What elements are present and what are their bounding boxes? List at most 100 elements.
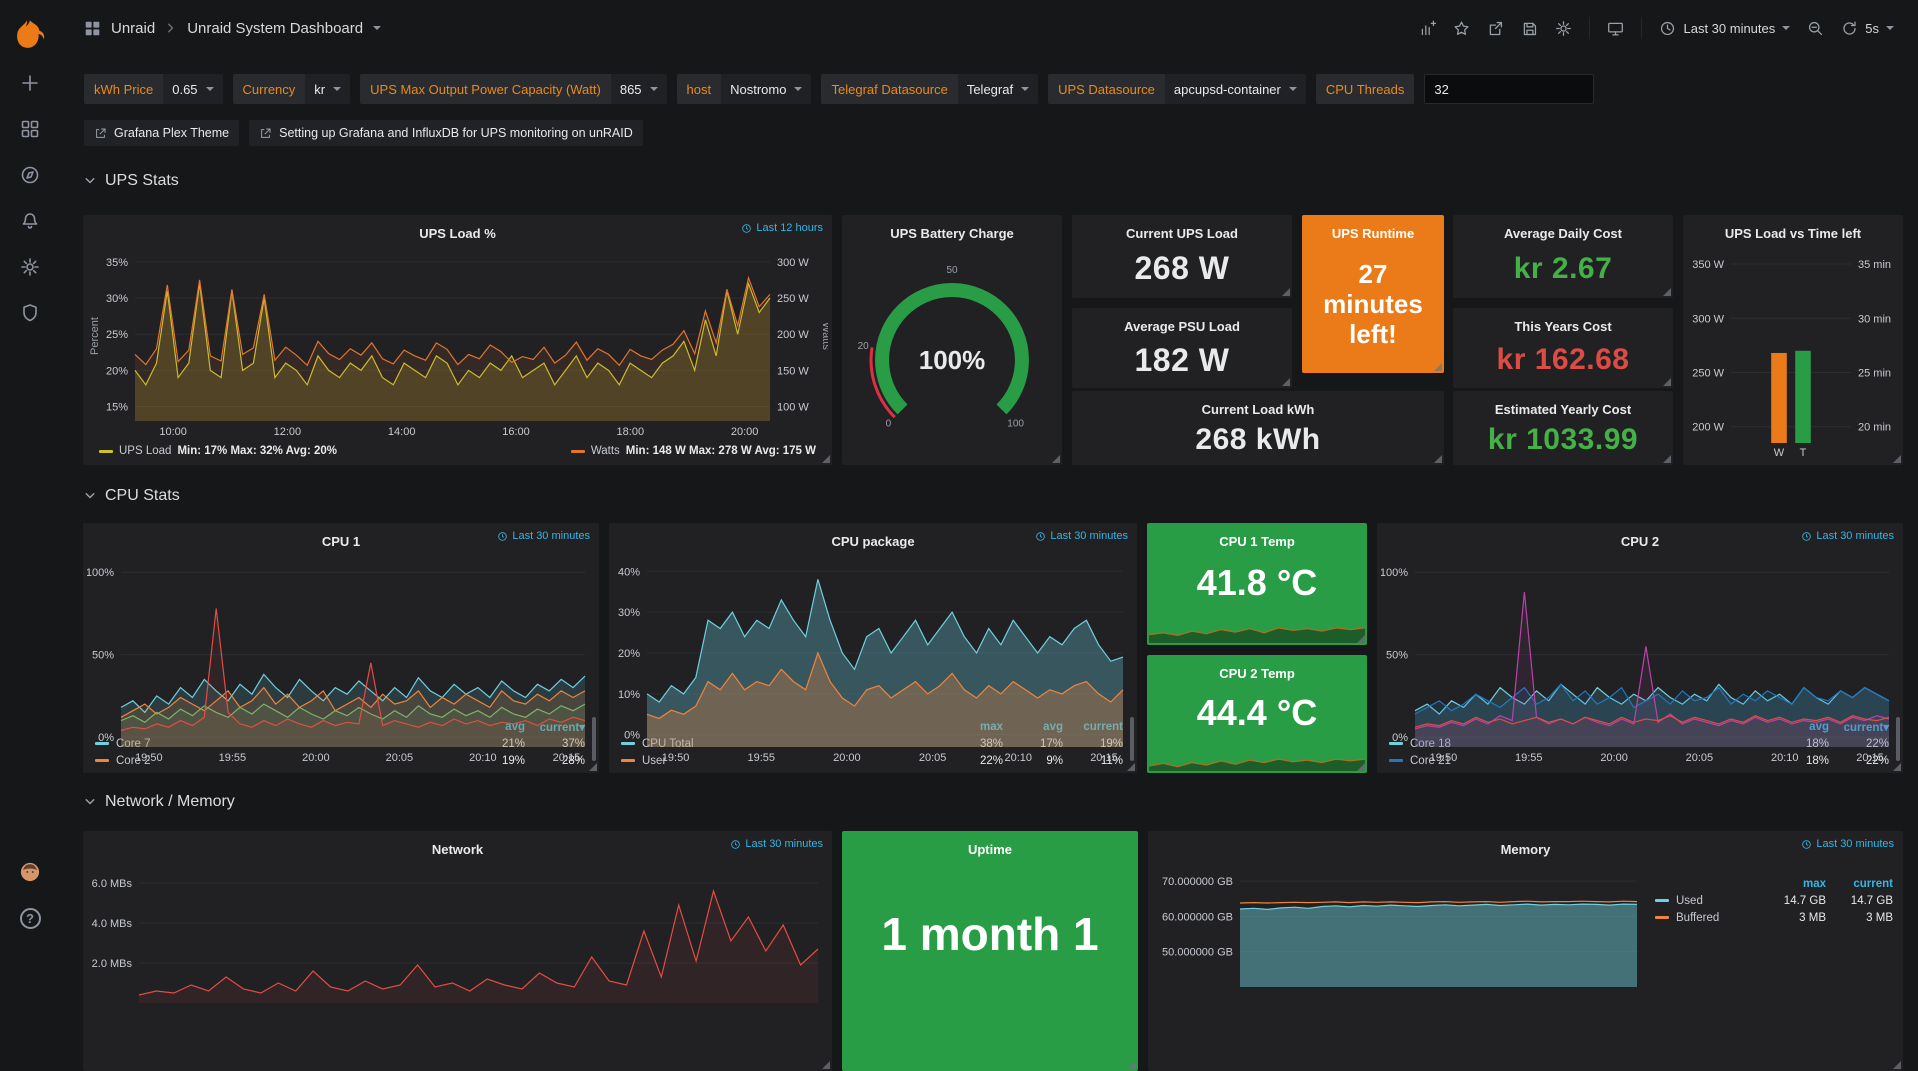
variable-value-dropdown[interactable]: apcupsd-container: [1165, 74, 1306, 104]
alerting-icon[interactable]: [0, 198, 60, 244]
panel-time-override: Last 30 minutes: [730, 838, 823, 850]
variable-ups-max-output[interactable]: UPS Max Output Power Capacity (Watt) 865: [360, 74, 666, 104]
panel-title[interactable]: UPS Runtime: [1302, 215, 1444, 241]
cpu-threads-input[interactable]: [1424, 74, 1594, 104]
panel-title[interactable]: UPS Load %: [83, 215, 832, 241]
cpu1-chart[interactable]: 100%50%0%19:5019:5520:0020:0520:1020:15: [87, 551, 595, 716]
refresh-controls: 5s: [1841, 20, 1894, 37]
svg-text:20:10: 20:10: [469, 752, 497, 764]
variable-currency[interactable]: Currency kr: [233, 74, 351, 104]
cycle-view-icon[interactable]: [1607, 20, 1624, 37]
chart-legend[interactable]: maxcurrentUsed14.7 GB14.7 GBBuffered3 MB…: [1647, 873, 1899, 1067]
variable-value-dropdown[interactable]: Telegraf: [958, 74, 1038, 104]
chart-legend[interactable]: UPS LoadMin: 17% Max: 32% Avg: 20%WattsM…: [87, 441, 828, 461]
variable-value-dropdown[interactable]: kr: [305, 74, 350, 104]
panel-resize-handle[interactable]: [1893, 763, 1901, 771]
refresh-icon[interactable]: [1841, 20, 1858, 37]
variable-cpu-threads: CPU Threads: [1316, 74, 1415, 104]
panel-resize-handle[interactable]: [1357, 763, 1365, 771]
section-ups-stats[interactable]: UPS Stats: [84, 172, 179, 190]
breadcrumb-app[interactable]: Unraid: [111, 20, 155, 37]
panel-title[interactable]: Average Daily Cost: [1453, 215, 1673, 241]
caret-down-icon[interactable]: [1886, 26, 1894, 30]
server-admin-icon[interactable]: [0, 290, 60, 336]
explore-icon[interactable]: [0, 152, 60, 198]
avatar[interactable]: [0, 849, 60, 895]
panel-title[interactable]: Current UPS Load: [1072, 215, 1292, 241]
memory-chart[interactable]: 70.000000 GB60.000000 GB50.000000 GB: [1152, 859, 1647, 993]
section-network-memory[interactable]: Network / Memory: [84, 793, 235, 811]
panel-resize-handle[interactable]: [1128, 1061, 1136, 1069]
svg-text:14:00: 14:00: [388, 426, 416, 438]
svg-text:20:10: 20:10: [1005, 752, 1033, 764]
panel-resize-handle[interactable]: [1282, 378, 1290, 386]
panel-title[interactable]: Estimated Yearly Cost: [1453, 391, 1673, 417]
create-icon[interactable]: [0, 60, 60, 106]
panel-resize-handle[interactable]: [1893, 1061, 1901, 1069]
panel-resize-handle[interactable]: [1663, 288, 1671, 296]
panel-resize-handle[interactable]: [589, 763, 597, 771]
variable-telegraf-datasource[interactable]: Telegraf Datasource Telegraf: [821, 74, 1038, 104]
panel-title[interactable]: This Years Cost: [1453, 308, 1673, 334]
zoom-out-icon[interactable]: [1807, 20, 1824, 37]
share-icon[interactable]: [1487, 20, 1504, 37]
panel-title[interactable]: UPS Battery Charge: [842, 215, 1062, 241]
panel-title[interactable]: Current Load kWh: [1072, 391, 1444, 417]
panel-title[interactable]: CPU 2 Temp: [1147, 655, 1367, 681]
caret-down-icon: [1782, 26, 1790, 30]
variable-host[interactable]: host Nostromo: [677, 74, 812, 104]
panel-title[interactable]: Memory: [1148, 831, 1903, 857]
grafana-logo[interactable]: [0, 8, 60, 60]
time-range-picker[interactable]: Last 30 minutes: [1659, 20, 1790, 37]
panel-resize-handle[interactable]: [1434, 363, 1442, 371]
network-chart[interactable]: 6.0 MBs4.0 MBs2.0 MBs: [87, 859, 828, 1009]
dashboards-icon[interactable]: [0, 106, 60, 152]
panel-title[interactable]: UPS Load vs Time left: [1683, 215, 1903, 241]
panel-title[interactable]: Uptime: [842, 831, 1138, 857]
panel-resize-handle[interactable]: [1434, 455, 1442, 463]
panel-resize-handle[interactable]: [1893, 455, 1901, 463]
ups-vs-time-bar-chart[interactable]: 350 W300 W250 W200 W35 min30 min25 min20…: [1687, 243, 1899, 461]
panel-resize-handle[interactable]: [1052, 455, 1060, 463]
svg-text:20:00: 20:00: [833, 752, 861, 764]
variable-ups-datasource[interactable]: UPS Datasource apcupsd-container: [1048, 74, 1306, 104]
save-icon[interactable]: [1521, 20, 1538, 37]
panel-resize-handle[interactable]: [822, 455, 830, 463]
panel-resize-handle[interactable]: [1282, 288, 1290, 296]
panel-resize-handle[interactable]: [1663, 378, 1671, 386]
panel-resize-handle[interactable]: [1357, 635, 1365, 643]
variable-value-dropdown[interactable]: 865: [611, 74, 667, 104]
battery-gauge[interactable]: 02050100100%: [846, 243, 1058, 461]
panel-title[interactable]: Network: [83, 831, 832, 857]
caret-down-icon: [333, 87, 341, 91]
panel-resize-handle[interactable]: [1663, 455, 1671, 463]
dashboard-settings-icon[interactable]: [1555, 20, 1572, 37]
ups-load-chart[interactable]: 35%30%25%20%15%300 W250 W200 W150 W100 W…: [87, 243, 828, 441]
legend-scrollbar[interactable]: [1130, 717, 1134, 761]
link-grafana-plex-theme[interactable]: Grafana Plex Theme: [84, 120, 239, 146]
caret-down-icon[interactable]: [373, 26, 381, 30]
legend-scrollbar[interactable]: [1896, 717, 1900, 761]
svg-text:200 W: 200 W: [1692, 422, 1724, 434]
add-panel-icon[interactable]: [1419, 20, 1436, 37]
variable-kwh-price[interactable]: kWh Price 0.65: [84, 74, 223, 104]
cpu-package-chart[interactable]: 40%30%20%10%0%19:5019:5520:0020:0520:102…: [613, 551, 1133, 716]
variable-value-dropdown[interactable]: Nostromo: [721, 74, 811, 104]
breadcrumb-dashboard[interactable]: Unraid System Dashboard: [187, 20, 363, 37]
cpu2-chart[interactable]: 100%50%0%19:5019:5520:0020:0520:1020:15: [1381, 551, 1899, 716]
panel-title[interactable]: CPU 1 Temp: [1147, 523, 1367, 549]
variable-value-dropdown[interactable]: 0.65: [163, 74, 222, 104]
help-icon[interactable]: ?: [0, 895, 60, 941]
link-ups-monitoring-guide[interactable]: Setting up Grafana and InfluxDB for UPS …: [249, 120, 643, 146]
section-cpu-stats[interactable]: CPU Stats: [84, 487, 180, 505]
panel-cpu2: CPU 2 Last 30 minutes 100%50%0%19:5019:5…: [1377, 523, 1903, 773]
star-icon[interactable]: [1453, 20, 1470, 37]
panel-resize-handle[interactable]: [1127, 763, 1135, 771]
panel-resize-handle[interactable]: [822, 1061, 830, 1069]
legend-scrollbar[interactable]: [592, 717, 596, 761]
panel-title[interactable]: Average PSU Load: [1072, 308, 1292, 334]
svg-text:50.000000 GB: 50.000000 GB: [1162, 947, 1233, 959]
svg-text:20:00: 20:00: [302, 752, 330, 764]
refresh-interval-dropdown[interactable]: 5s: [1865, 21, 1879, 36]
configuration-icon[interactable]: [0, 244, 60, 290]
